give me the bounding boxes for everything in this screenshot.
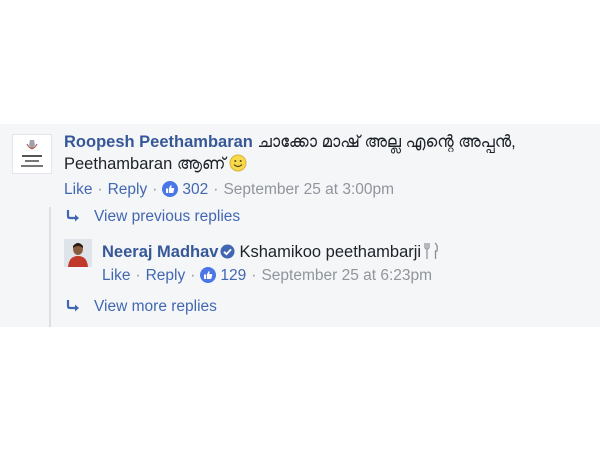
comment-timestamp[interactable]: September 25 at 3:00pm bbox=[223, 181, 394, 198]
avatar-image bbox=[13, 135, 51, 173]
view-more-replies-link[interactable]: View more replies bbox=[66, 297, 217, 317]
like-button[interactable]: Like bbox=[64, 181, 92, 198]
reply-arrow-icon bbox=[66, 210, 79, 222]
comment-thread: Roopesh Peethambaran ചാക്കോ മാഷ് അല്ല എന… bbox=[0, 124, 600, 327]
reply-reaction-count[interactable]: 129 bbox=[220, 267, 246, 284]
separator: · bbox=[190, 267, 196, 284]
thread-line bbox=[49, 207, 51, 327]
view-more-replies-label: View more replies bbox=[94, 298, 217, 315]
fork-and-knife-icon bbox=[424, 242, 438, 259]
separator: · bbox=[213, 181, 219, 198]
comment-author[interactable]: Roopesh Peethambaran bbox=[64, 133, 253, 151]
comment-text-line2: Peethambaran ആണ് bbox=[64, 155, 226, 173]
reply-avatar-image bbox=[64, 239, 92, 267]
reply-avatar[interactable] bbox=[64, 239, 92, 267]
separator: · bbox=[152, 181, 158, 198]
verified-badge-icon bbox=[220, 244, 235, 259]
comment-text-line1: ചാക്കോ മാഷ് അല്ല എന്റെ അപ്പൻ, bbox=[257, 133, 516, 151]
comment-text-line2-row: Peethambaran ആണ് bbox=[64, 154, 247, 174]
separator: · bbox=[135, 267, 141, 284]
smile-emoji-icon bbox=[229, 154, 247, 172]
comment-actions: Like · Reply · 302 · September 25 at 3:00pm bbox=[64, 180, 394, 200]
reaction-count[interactable]: 302 bbox=[182, 181, 208, 198]
separator: · bbox=[97, 181, 103, 198]
reply-like-button[interactable]: Like bbox=[102, 267, 130, 284]
reply-text: Kshamikoo peethambarji bbox=[239, 243, 422, 261]
reply-body: Neeraj Madhav Kshamikoo peethambarji bbox=[102, 242, 441, 262]
view-previous-replies-label: View previous replies bbox=[94, 208, 241, 225]
reply-actions: Like · Reply · 129 · September 25 at 6:23pm bbox=[102, 266, 432, 286]
avatar[interactable] bbox=[12, 134, 52, 174]
reply-button[interactable]: Reply bbox=[108, 181, 148, 198]
reply-timestamp[interactable]: September 25 at 6:23pm bbox=[261, 267, 432, 284]
reply-arrow-icon bbox=[66, 300, 79, 312]
view-previous-replies-link[interactable]: View previous replies bbox=[66, 207, 240, 227]
comment-body: Roopesh Peethambaran ചാക്കോ മാഷ് അല്ല എന… bbox=[64, 132, 516, 152]
separator: · bbox=[251, 267, 257, 284]
reply-reply-button[interactable]: Reply bbox=[146, 267, 186, 284]
reply-author[interactable]: Neeraj Madhav bbox=[102, 243, 218, 261]
like-reaction-icon[interactable] bbox=[200, 267, 217, 283]
like-reaction-icon[interactable] bbox=[162, 181, 179, 197]
